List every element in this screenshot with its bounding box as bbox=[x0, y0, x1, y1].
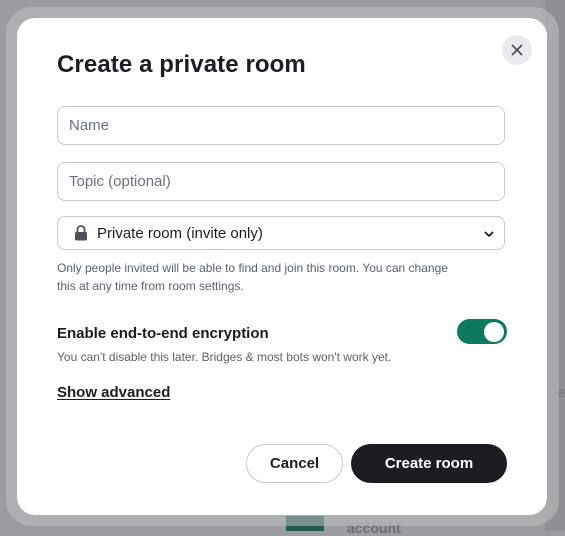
lock-icon bbox=[74, 225, 88, 241]
topic-field[interactable] bbox=[57, 162, 505, 201]
close-icon bbox=[511, 44, 523, 56]
topic-input[interactable] bbox=[69, 173, 504, 190]
name-input[interactable] bbox=[69, 117, 504, 134]
create-room-button[interactable]: Create room bbox=[351, 444, 507, 483]
chevron-down-icon bbox=[483, 228, 495, 240]
dialog-title: Create a private room bbox=[57, 51, 306, 78]
create-room-dialog: Create a private room Private room (invi… bbox=[17, 18, 547, 515]
toggle-knob bbox=[484, 321, 504, 342]
show-advanced-link[interactable]: Show advanced bbox=[57, 384, 170, 401]
cancel-button[interactable]: Cancel bbox=[246, 444, 343, 483]
encryption-label: Enable end-to-end encryption bbox=[57, 325, 269, 342]
visibility-selected-value: Private room (invite only) bbox=[97, 224, 263, 242]
room-visibility-select[interactable]: Private room (invite only) bbox=[57, 216, 505, 250]
visibility-help-text: Only people invited will be able to find… bbox=[57, 261, 448, 293]
encryption-toggle[interactable] bbox=[457, 319, 507, 344]
name-field[interactable] bbox=[57, 106, 505, 145]
close-button[interactable] bbox=[502, 35, 532, 65]
encryption-help-text: You can't disable this later. Bridges & … bbox=[57, 350, 392, 364]
